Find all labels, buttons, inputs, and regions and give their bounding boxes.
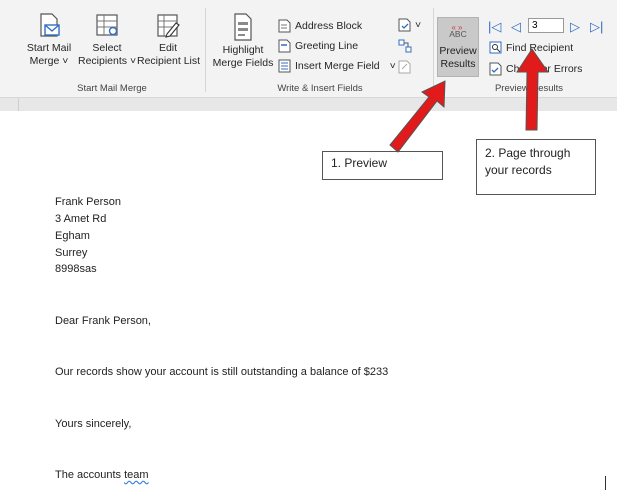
check-for-errors-button[interactable]: Check for Errors — [489, 62, 582, 76]
select-recipients-label1: Select — [92, 42, 122, 54]
preview-results-button[interactable]: «» ABC Preview Results — [437, 17, 479, 77]
select-recipients-icon — [96, 14, 118, 36]
select-recipients-label2: Recipients ˅ — [78, 55, 137, 67]
highlight-label1: Highlight — [222, 44, 264, 56]
chevron-down-icon[interactable]: ˅ — [390, 60, 396, 72]
find-recipient-icon — [489, 41, 502, 54]
preview-arrows-icon: «» — [451, 23, 465, 32]
record-number-input[interactable] — [528, 18, 564, 33]
insert-merge-field-button[interactable]: Insert Merge Field ˅ — [278, 59, 396, 73]
address-block-label: Address Block — [295, 20, 363, 32]
edit-list-icon — [157, 14, 180, 38]
preview-results-label1: Preview — [439, 45, 477, 57]
insert-merge-field-label: Insert Merge Field — [295, 60, 380, 72]
letter-body: Our records show your account is still o… — [55, 366, 389, 378]
callout-preview-text: 1. Preview — [331, 156, 388, 170]
callout-page-through-line1: 2. Page through — [485, 146, 571, 160]
write-insert-group-label: Write & Insert Fields — [277, 83, 363, 94]
group-write-insert-fields: Highlight Merge Fields Address Block Gre… — [208, 6, 432, 96]
rules-button[interactable]: ˅ — [398, 18, 421, 32]
greeting-line-button[interactable]: Greeting Line — [278, 39, 358, 53]
greeting-line-icon — [278, 39, 291, 53]
address-block-button[interactable]: Address Block — [278, 19, 362, 33]
edit-recipient-list-button[interactable]: Edit Recipient List — [137, 12, 201, 68]
check-errors-label: Check for Errors — [506, 63, 583, 75]
letter-closing: Yours sincerely, — [55, 418, 132, 430]
signature-word: team — [124, 469, 149, 481]
callout-preview: 1. Preview — [322, 151, 443, 180]
edit-recipient-list-label1: Edit — [158, 42, 178, 54]
last-record-icon[interactable]: ▷| — [590, 19, 603, 35]
select-recipients-button[interactable]: Select Recipients ˅ — [78, 12, 136, 68]
ribbon-footer-bar — [0, 97, 617, 112]
start-mail-merge-label2: Merge ˅ — [29, 55, 69, 67]
callout-page-through-line2: your records — [485, 163, 552, 177]
text-cursor — [605, 476, 606, 490]
start-mail-merge-group-label: Start Mail Merge — [77, 83, 147, 94]
match-fields-button[interactable] — [398, 39, 412, 53]
address-line-name: Frank Person — [55, 196, 122, 208]
ribbon: Start Mail Merge ˅ Select Recipients ˅ E… — [0, 0, 617, 98]
address-line-town: Egham — [55, 230, 90, 242]
mail-merge-icon — [40, 13, 60, 37]
chevron-down-icon[interactable]: ˅ — [415, 19, 421, 31]
rules-icon — [398, 18, 411, 32]
update-labels-icon — [398, 60, 411, 74]
preview-results-label2: Results — [440, 58, 476, 70]
greeting-line-label: Greeting Line — [295, 40, 359, 52]
group-start-mail-merge: Start Mail Merge ˅ Select Recipients ˅ E… — [22, 6, 202, 96]
callout-page-through: 2. Page through your records — [476, 139, 596, 195]
first-record-icon[interactable]: |◁ — [488, 19, 501, 35]
next-record-icon[interactable]: ▷ — [570, 19, 580, 35]
address-block-icon — [278, 19, 291, 33]
address-line-postcode: 8998sas — [55, 263, 97, 275]
insert-merge-field-icon — [278, 59, 291, 73]
address-line-county: Surrey — [55, 247, 88, 259]
ribbon-separator — [433, 8, 434, 92]
preview-results-group-label: Preview Results — [494, 83, 564, 94]
find-recipient-label: Find Recipient — [506, 41, 574, 54]
edit-recipient-list-label2: Recipient List — [137, 55, 201, 67]
previous-record-icon[interactable]: ◁ — [511, 19, 521, 35]
update-labels-button — [398, 60, 411, 74]
check-errors-icon — [489, 62, 502, 76]
highlight-merge-fields-button[interactable]: Highlight Merge Fields — [210, 12, 276, 70]
letter-salutation: Dear Frank Person, — [55, 315, 151, 327]
letter-signature: The accounts team — [55, 469, 149, 481]
signature-prefix: The accounts — [55, 469, 125, 481]
match-fields-icon — [398, 39, 412, 53]
ribbon-separator — [205, 8, 206, 92]
address-line-street: 3 Amet Rd — [55, 213, 107, 225]
ribbon-footer-divider — [18, 98, 19, 112]
find-recipient-button[interactable]: Find Recipient — [489, 41, 573, 54]
start-mail-merge-button[interactable]: Start Mail Merge ˅ — [24, 12, 74, 68]
start-mail-merge-label1: Start Mail — [26, 42, 72, 54]
highlight-label2: Merge Fields — [212, 57, 274, 69]
highlight-fields-icon — [234, 13, 252, 41]
